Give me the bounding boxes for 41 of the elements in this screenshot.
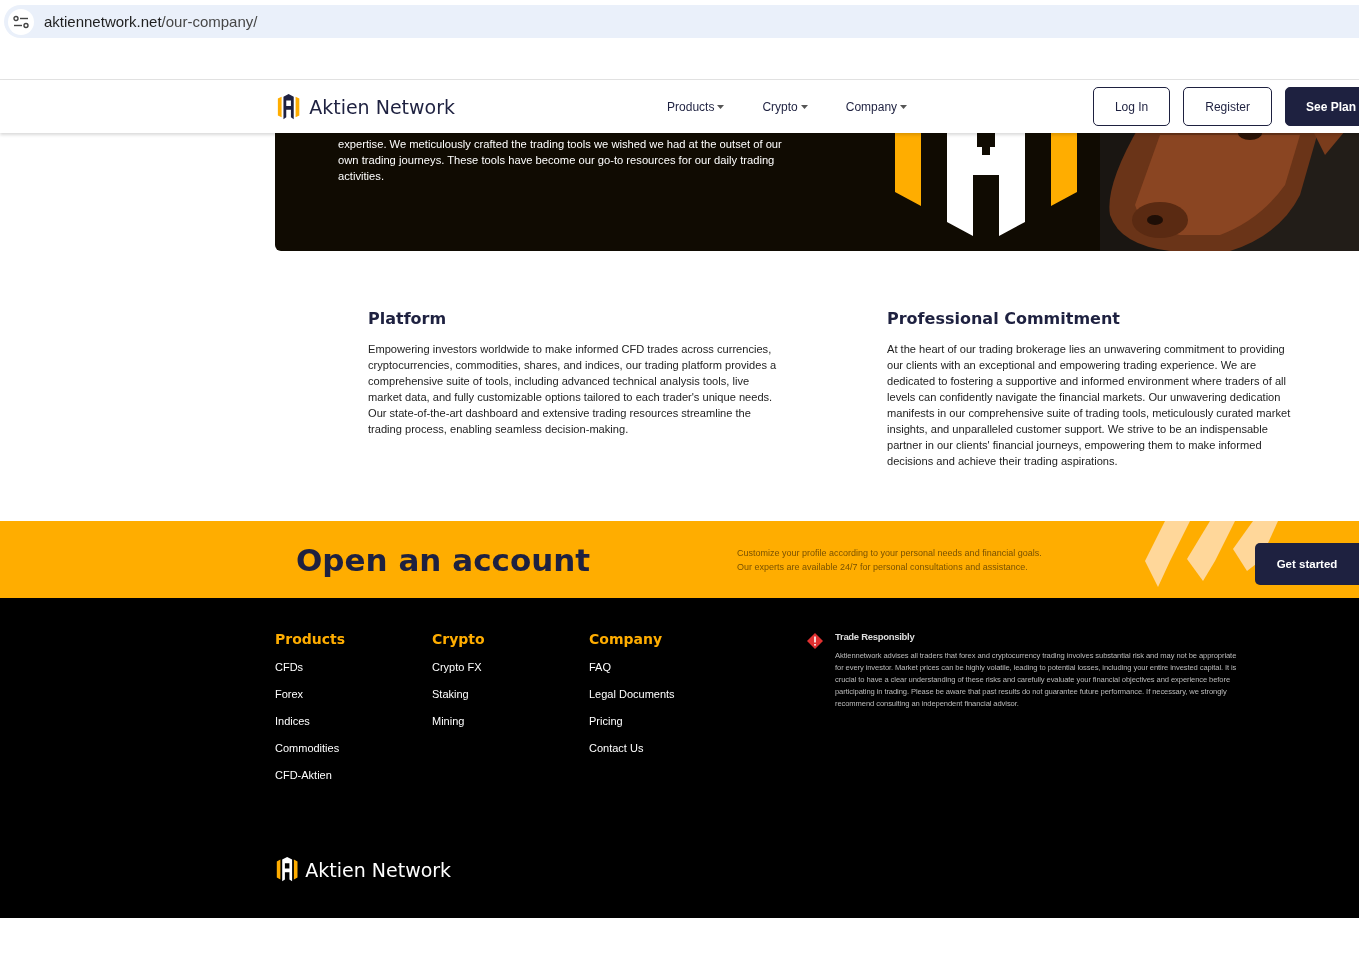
footer-link[interactable]: Indices xyxy=(275,714,432,741)
cta-heading: Open an account xyxy=(296,541,592,578)
plans-button[interactable]: See Plan xyxy=(1284,87,1359,126)
url-text[interactable]: aktiennetwork.net/our-company/ xyxy=(44,13,258,30)
logo-icon xyxy=(275,856,300,883)
register-button[interactable]: Register xyxy=(1183,87,1272,126)
brand-name[interactable]: Aktien Network xyxy=(309,95,456,118)
footer-link[interactable]: CFDs xyxy=(275,660,432,687)
footer-link[interactable]: Forex xyxy=(275,687,432,714)
brand-name[interactable]: Aktien Network xyxy=(305,858,452,881)
footer-link[interactable]: Legal Documents xyxy=(589,687,792,714)
footer-link[interactable]: Mining xyxy=(432,714,589,741)
nav-menu[interactable]: Products xyxy=(667,99,725,114)
section-heading: Platform xyxy=(368,309,448,328)
footer-link[interactable]: Commodities xyxy=(275,741,432,768)
caret-icon xyxy=(717,104,725,109)
footer-heading: Products xyxy=(275,631,347,647)
nav-menu[interactable]: Crypto xyxy=(762,99,808,114)
footer-link[interactable]: FAQ xyxy=(589,660,792,687)
nav-menu[interactable]: Company xyxy=(845,99,908,114)
notice-title: Trade Responsibly xyxy=(835,631,916,642)
caret-icon xyxy=(800,104,808,109)
footer-link[interactable]: CFD-Aktien xyxy=(275,768,432,795)
footer-link[interactable]: Crypto FX xyxy=(432,660,589,687)
cta-text: Customize your profile according to your personal needs and financial goals. Our experts are available 24/7 for personal consultations and assistance. xyxy=(737,546,1042,574)
address-bar[interactable]: aktiennetwork.net/our-company/ xyxy=(4,5,1359,38)
footer-heading: Company xyxy=(589,631,664,647)
logo-icon xyxy=(276,92,302,121)
warning-icon xyxy=(807,633,823,649)
hero-paragraph: expertise. We meticulously crafted the trading tools we wished we had at the outset of our own trading journeys. These tools have become our go-to resources for our daily trading activities. xyxy=(338,137,783,184)
caret-icon xyxy=(900,104,908,109)
footer-link[interactable]: Contact Us xyxy=(589,741,792,768)
get-started-button[interactable]: Get started xyxy=(1255,543,1359,585)
site-settings-icon[interactable] xyxy=(13,14,29,29)
footer-link[interactable]: Staking xyxy=(432,687,589,714)
login-button[interactable]: Log In xyxy=(1092,87,1171,126)
footer-heading: Crypto xyxy=(432,631,486,647)
section-paragraph: At the heart of our trading brokerage lies an unwavering commitment to providing our clients with an exceptional and empowering trading experience. We are dedicated to fostering a supportive and informed environment where traders of all levels can confidently navigate the financial markets. Our unwavering dedication manifests in our comprehensive suite of trading tools, meticulously curated market insights, and unparalleled customer support. We strive to be an indispensable partner in our clients' financial journeys, empowering them to make informed decisions and achieve their trading aspirations. xyxy=(887,342,1292,469)
section-heading: Professional Commitment xyxy=(887,309,1121,328)
section-paragraph: Empowering investors worldwide to make informed CFD trades across currencies, cryptocurrencies, commodities, shares, and indices, our trading platform provides a comprehensive suite of tools, including advanced technical analysis tools, live market data, and fully customizable options tailored to each trader's unique needs. Our state-of-the-art dashboard and extensive trading resources streamline the trading process, enabling seamless decision-making. xyxy=(368,342,778,437)
footer-link[interactable]: Pricing xyxy=(589,714,792,741)
